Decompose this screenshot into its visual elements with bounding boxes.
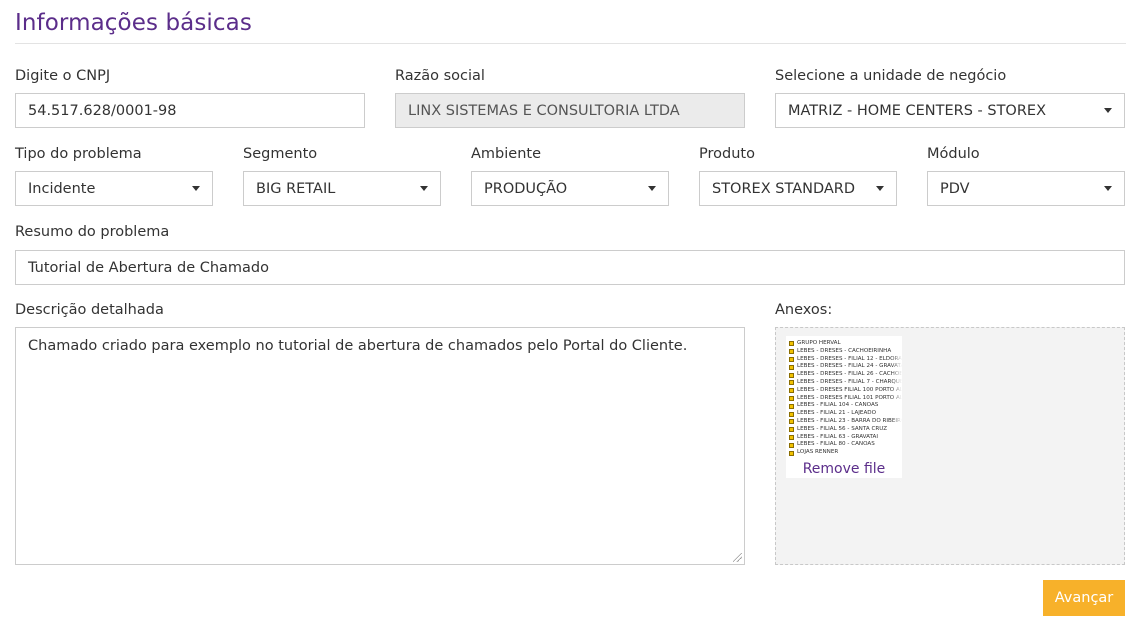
cnpj-label: Digite o CNPJ [15,68,111,84]
attachment-thumbnail-list: GRUPO HERVAL LEBES - DRESES - CACHOEIRINH… [789,340,902,457]
checkbox-icon [789,364,794,370]
checkbox-icon [789,356,794,362]
thumbnail-row: LEBES - FILIAL 104 - CANOAS [789,402,902,410]
anexos-label: Anexos: [775,302,833,318]
thumbnail-row: LEBES - DRESES - FILIAL 7 - CHARQUEADAS [789,379,902,387]
tipo-problema-label: Tipo do problema [15,146,142,162]
ambiente-value: PRODUÇÃO [484,180,568,197]
thumbnail-row-text: LEBES - FILIAL 80 - CANOAS [797,441,875,448]
resumo-label: Resumo do problema [15,224,170,240]
thumbnail-row: LEBES - DRESES - FILIAL 24 - GRAVATAI [789,363,902,371]
razao-social-field: LINX SISTEMAS E CONSULTORIA LTDA [395,93,745,128]
segmento-select[interactable]: BIG RETAIL [243,171,441,206]
checkbox-icon [789,341,794,347]
checkbox-icon [789,450,794,456]
tipo-problema-value: Incidente [28,180,96,197]
tipo-problema-select[interactable]: Incidente [15,171,213,206]
descricao-value: Chamado criado para exemplo no tutorial … [28,338,688,354]
thumbnail-row: LEBES - FILIAL 21 - LAJEADO [789,410,902,418]
thumbnail-row-text: LEBES - DRESES - FILIAL 7 - CHARQUEADAS [797,378,902,385]
thumbnail-row-text: LEBES - FILIAL 104 - CANOAS [797,402,879,409]
caret-down-icon [1104,108,1112,113]
checkbox-icon [789,372,794,378]
thumbnail-row: LEBES - FILIAL 63 - GRAVATAI [789,434,902,442]
cnpj-input[interactable]: 54.517.628/0001-98 [15,93,365,128]
thumbnail-row-text: LEBES - DRESES - FILIAL 26 - CACHOEIRA [797,371,902,378]
descricao-label: Descrição detalhada [15,302,164,318]
caret-down-icon [1104,186,1112,191]
checkbox-icon [789,349,794,355]
checkbox-icon [789,434,794,440]
resize-grip-icon[interactable] [733,553,742,562]
unidade-value: MATRIZ - HOME CENTERS - STOREX [788,102,1047,119]
thumbnail-row: LEBES - DRESES FILIAL 100 PORTO ALEGRE [789,387,902,395]
remove-file-link[interactable]: Remove file [786,460,902,478]
unidade-label: Selecione a unidade de negócio [775,68,1007,84]
produto-select[interactable]: STOREX STANDARD [699,171,897,206]
thumbnail-row-text: LEBES - FILIAL 21 - LAJEADO [797,410,876,417]
avancar-button[interactable]: Avançar [1043,580,1125,616]
thumbnail-row: LEBES - DRESES FILIAL 101 PORTO ALEGRE [789,395,902,403]
produto-label: Produto [699,146,755,162]
checkbox-icon [789,380,794,386]
attachments-dropzone[interactable]: GRUPO HERVAL LEBES - DRESES - CACHOEIRINH… [775,327,1125,565]
cnpj-value: 54.517.628/0001-98 [28,102,177,119]
modulo-value: PDV [940,180,970,197]
razao-social-value: LINX SISTEMAS E CONSULTORIA LTDA [408,102,680,119]
resumo-input[interactable]: Tutorial de Abertura de Chamado [15,250,1125,285]
thumbnail-fade [892,336,902,456]
checkbox-icon [789,403,794,409]
thumbnail-row-text: LEBES - FILIAL 63 - GRAVATAI [797,433,878,440]
checkbox-icon [789,395,794,401]
thumbnail-row-text: GRUPO HERVAL [797,340,841,346]
checkbox-icon [789,419,794,425]
thumbnail-row-text: LEBES - DRESES - FILIAL 12 - ELDORADO [797,355,902,362]
checkbox-icon [789,442,794,448]
checkbox-icon [789,427,794,433]
checkbox-icon [789,411,794,417]
thumbnail-row: LEBES - DRESES - CACHOEIRINHA [789,348,902,356]
modulo-label: Módulo [927,146,980,162]
descricao-textarea[interactable]: Chamado criado para exemplo no tutorial … [15,327,745,565]
thumbnail-row: LEBES - FILIAL 56 - SANTA CRUZ [789,426,902,434]
thumbnail-row-text: LEBES - DRESES - FILIAL 24 - GRAVATAI [797,363,902,370]
produto-value: STOREX STANDARD [712,180,856,197]
attachment-preview: GRUPO HERVAL LEBES - DRESES - CACHOEIRINH… [786,336,902,478]
checkbox-icon [789,388,794,394]
razao-social-label: Razão social [395,68,485,84]
caret-down-icon [876,186,884,191]
thumbnail-row-text: LEBES - DRESES FILIAL 100 PORTO ALEGRE [797,386,902,393]
thumbnail-row: GRUPO HERVAL [789,340,902,348]
ambiente-select[interactable]: PRODUÇÃO [471,171,669,206]
section-title: Informações básicas [15,10,252,36]
segmento-label: Segmento [243,146,318,162]
caret-down-icon [648,186,656,191]
section-title-divider [15,43,1126,44]
thumbnail-row: LEBES - FILIAL 23 - BARRA DO RIBEIRO [789,418,902,426]
ambiente-label: Ambiente [471,146,541,162]
resumo-value: Tutorial de Abertura de Chamado [28,259,270,276]
thumbnail-row: LEBES - DRESES - FILIAL 26 - CACHOEIRA [789,371,902,379]
thumbnail-row: LOJAS RENNER [789,449,902,457]
thumbnail-row: LEBES - DRESES - FILIAL 12 - ELDORADO [789,356,902,364]
thumbnail-row: LEBES - FILIAL 80 - CANOAS [789,441,902,449]
caret-down-icon [420,186,428,191]
thumbnail-row-text: LEBES - DRESES FILIAL 101 PORTO ALEGRE [797,394,902,401]
thumbnail-row-text: LEBES - FILIAL 23 - BARRA DO RIBEIRO [797,417,902,424]
caret-down-icon [192,186,200,191]
unidade-select[interactable]: MATRIZ - HOME CENTERS - STOREX [775,93,1125,128]
segmento-value: BIG RETAIL [256,180,336,197]
modulo-select[interactable]: PDV [927,171,1125,206]
thumbnail-row-text: LEBES - FILIAL 56 - SANTA CRUZ [797,425,888,432]
thumbnail-row-text: LEBES - DRESES - CACHOEIRINHA [797,347,892,354]
thumbnail-row-text: LOJAS RENNER [797,449,839,456]
